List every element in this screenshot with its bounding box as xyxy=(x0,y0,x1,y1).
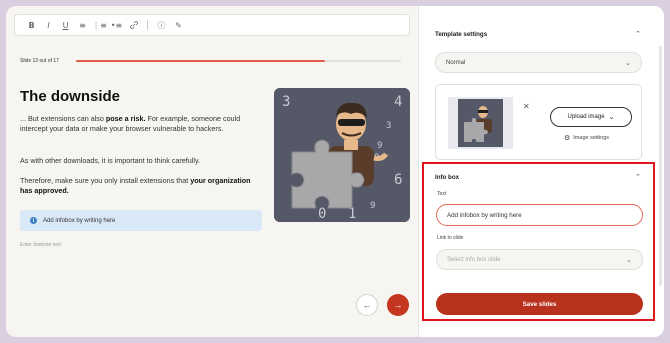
chevron-up-icon: ⌃ xyxy=(635,31,641,38)
digit-glyph: 9 xyxy=(377,141,382,151)
digit-glyph: 3 xyxy=(386,121,391,131)
upload-image-label: Upload image xyxy=(567,114,605,120)
slide-paragraph-1[interactable]: ... But extensions can also pose a risk.… xyxy=(20,114,255,134)
slide-title[interactable]: The downside xyxy=(20,88,120,105)
footnote-input[interactable]: Enter footnote text xyxy=(20,242,61,248)
bullet-list-button[interactable]: •≡ xyxy=(110,19,123,32)
digit-glyph: 6 xyxy=(394,172,402,188)
slide-progress-fill xyxy=(76,60,325,62)
info-button[interactable]: ⓘ xyxy=(155,19,168,32)
digit-glyph: 4 xyxy=(394,94,402,110)
slide-editor: B I U ≡ ⋮≡ •≡ ⓘ ✎ Slide 13 out of 17 The… xyxy=(6,6,418,337)
slide-infobox[interactable]: i Add infobox by writing here xyxy=(20,210,262,231)
arrow-right-icon: → xyxy=(393,300,403,310)
layout-select-value: Normal xyxy=(446,59,466,66)
image-settings-link[interactable]: ⚙ Image settings xyxy=(564,134,609,142)
underline-button[interactable]: U xyxy=(59,19,72,32)
highlight-box xyxy=(422,162,655,321)
upload-image-button[interactable]: Upload image ⌄ xyxy=(550,107,632,127)
link-button[interactable] xyxy=(127,19,140,32)
toolbar-divider xyxy=(147,20,148,30)
digit-glyph: 0 xyxy=(318,206,326,222)
slide-image[interactable]: 3 4 3 9 0 0 0 1 9 6 xyxy=(274,88,410,222)
slide-paragraph-3[interactable]: Therefore, make sure you only install ex… xyxy=(20,176,255,196)
infobox-text: Add infobox by writing here xyxy=(43,217,116,224)
image-thumbnail-preview xyxy=(458,99,503,147)
slide-progress-label: Slide 13 out of 17 xyxy=(20,58,59,64)
slide-progress-bar xyxy=(76,60,401,62)
info-icon: i xyxy=(30,217,37,224)
digit-glyph: 9 xyxy=(370,201,375,211)
image-card: ✕ Upload image ⌄ ⚙ Image settings xyxy=(435,84,642,160)
template-settings-title: Template settings xyxy=(435,30,488,38)
next-slide-button[interactable]: → xyxy=(387,294,409,316)
chevron-down-icon: ⌄ xyxy=(625,59,631,67)
formatting-toolbar: B I U ≡ ⋮≡ •≡ ⓘ ✎ xyxy=(14,14,410,36)
numbered-list-button[interactable]: ⋮≡ xyxy=(92,19,107,32)
remove-image-button[interactable]: ✕ xyxy=(523,102,530,111)
align-button[interactable]: ≡ xyxy=(76,19,89,32)
bold-button[interactable]: B xyxy=(25,19,38,32)
italic-button[interactable]: I xyxy=(42,19,55,32)
template-settings-header[interactable]: Template settings ⌃ xyxy=(435,30,641,39)
layout-select[interactable]: Normal ⌄ xyxy=(435,52,642,73)
chevron-down-icon: ⌄ xyxy=(608,114,615,121)
hacker-puzzle-illustration: 3 4 3 9 0 0 0 1 9 6 xyxy=(274,88,410,222)
digit-glyph: 3 xyxy=(282,94,290,110)
sidebar-scrollbar[interactable] xyxy=(659,46,662,286)
hacker-puzzle-thumbnail xyxy=(458,99,503,147)
slide-paragraph-2[interactable]: As with other downloads, it is important… xyxy=(20,156,255,166)
link-icon xyxy=(129,21,138,29)
previous-slide-button[interactable]: ← xyxy=(356,294,378,316)
image-thumbnail xyxy=(448,97,513,149)
image-settings-label: Image settings xyxy=(573,135,610,141)
arrow-left-icon: ← xyxy=(362,300,372,310)
pen-button[interactable]: ✎ xyxy=(172,19,185,32)
gear-icon: ⚙ xyxy=(564,135,571,142)
